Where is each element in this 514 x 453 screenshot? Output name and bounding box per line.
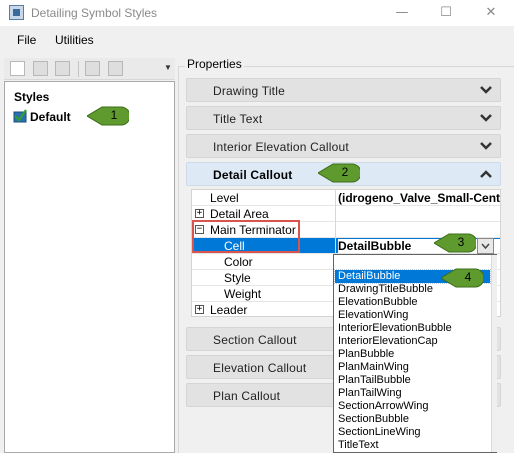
copy-icon[interactable]	[55, 61, 70, 76]
dropdown-option[interactable]: SectionArrowWing	[335, 400, 490, 413]
section-label: Section Callout	[213, 333, 297, 347]
styles-heading: Styles	[14, 90, 50, 104]
dropdown-option[interactable]: InteriorElevationBubble	[335, 322, 490, 335]
section-label: Title Text	[213, 112, 263, 126]
chevron-down-icon	[480, 142, 492, 150]
maximize-icon[interactable]: ☐	[431, 3, 461, 23]
dropdown-option[interactable]: PlanTailBubble	[335, 374, 490, 387]
rename-icon[interactable]	[85, 61, 100, 76]
expand-plus-icon[interactable]: +	[195, 305, 204, 314]
dropdown-option[interactable]: PlanBubble	[335, 348, 490, 361]
dropdown-option[interactable]: ElevationWing	[335, 309, 490, 322]
section-label: Plan Callout	[213, 389, 281, 403]
dropdown-option[interactable]: TitleText	[335, 439, 490, 452]
dropdown-option[interactable]: SectionLineWing	[335, 426, 490, 439]
window-title: Detailing Symbol Styles	[31, 6, 158, 20]
chevron-down-icon	[480, 86, 492, 94]
dropdown-option[interactable]: PlanTailWing	[335, 387, 490, 400]
dropdown-button[interactable]	[477, 238, 494, 254]
section-label: Drawing Title	[213, 84, 285, 98]
highlight-box	[192, 220, 300, 253]
chevron-up-icon	[480, 170, 492, 178]
style-item-default[interactable]: Default	[13, 108, 83, 126]
callout-number: 2	[341, 165, 349, 179]
menu-utilities[interactable]: Utilities	[55, 33, 94, 47]
property-name: Level	[210, 191, 239, 205]
save-icon[interactable]	[33, 61, 48, 76]
callout-number: 1	[110, 108, 118, 122]
dropdown-option[interactable]: ElevationBubble	[335, 296, 490, 309]
section-label: Elevation Callout	[213, 361, 307, 375]
property-name: Detail Area	[210, 207, 269, 221]
dropdown-option[interactable]: SectionBubble	[335, 413, 490, 426]
callout-badge: 4	[441, 268, 483, 288]
callout-number: 4	[464, 270, 472, 284]
property-name: Style	[224, 271, 251, 285]
styles-toolbar: ▼	[4, 58, 175, 80]
toolbar-overflow-icon[interactable]: ▼	[164, 64, 172, 75]
style-item-label: Default	[30, 110, 71, 124]
property-row-level[interactable]: Level (idrogeno_Valve_Small-Cent	[192, 190, 500, 206]
properties-legend: Properties	[185, 57, 244, 71]
menu-file[interactable]: File	[17, 33, 36, 47]
dropdown-option[interactable]: PlanMainWing	[335, 361, 490, 374]
property-name: Color	[224, 255, 253, 269]
minimize-icon[interactable]: —	[387, 3, 417, 23]
dropdown-scrollbar[interactable]	[491, 255, 497, 452]
section-drawing-title[interactable]: Drawing Title	[186, 78, 501, 102]
property-name: Weight	[224, 287, 262, 301]
property-name: Leader	[210, 303, 248, 317]
callout-badge: 3	[434, 233, 476, 253]
dropdown-option[interactable]: InteriorElevationCap	[335, 335, 490, 348]
callout-badge: 1	[87, 106, 129, 126]
app-window-icon	[9, 5, 24, 20]
property-value[interactable]: (idrogeno_Valve_Small-Cent	[338, 191, 500, 205]
new-icon[interactable]	[10, 61, 25, 76]
expand-plus-icon[interactable]: +	[195, 209, 204, 218]
menu-bar: File Utilities	[0, 29, 514, 51]
styles-tree: Styles Default	[4, 81, 175, 453]
checked-style-icon	[13, 109, 27, 123]
title-bar: Detailing Symbol Styles — ☐ ✕	[0, 0, 514, 26]
section-title-text[interactable]: Title Text	[186, 106, 501, 130]
import-icon[interactable]	[108, 61, 123, 76]
section-label: Detail Callout	[213, 168, 293, 182]
section-interior-elevation-callout[interactable]: Interior Elevation Callout	[186, 134, 501, 158]
chevron-down-icon	[481, 243, 490, 250]
toolbar-separator	[78, 61, 79, 77]
section-label: Interior Elevation Callout	[213, 140, 349, 154]
callout-badge: 2	[318, 163, 360, 183]
close-icon[interactable]: ✕	[476, 3, 506, 23]
chevron-down-icon	[480, 114, 492, 122]
callout-number: 3	[457, 235, 465, 249]
